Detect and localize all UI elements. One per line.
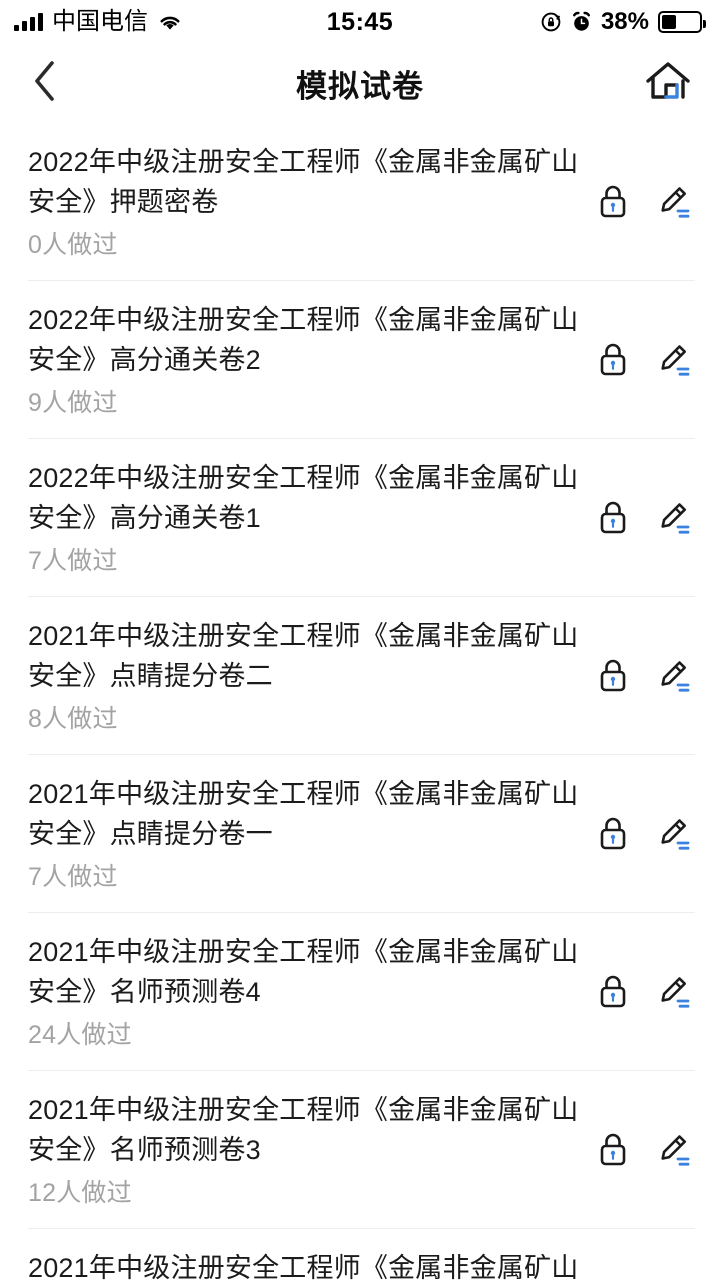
list-item-subtitle: 7人做过 bbox=[28, 547, 118, 575]
wifi-icon bbox=[157, 12, 183, 32]
list-item-texts: 2021年中级注册安全工程师《金属非金属矿山安全》点睛提分卷一 7人做过 bbox=[28, 774, 594, 894]
list-item-actions bbox=[594, 655, 698, 697]
pencil-edit-icon[interactable] bbox=[654, 1129, 692, 1171]
row-divider bbox=[28, 280, 695, 281]
battery-percent-label: 38% bbox=[600, 8, 649, 35]
list-item-texts: 2022年中级注册安全工程师《金属非金属矿山安全》高分通关卷2 9人做过 bbox=[28, 300, 594, 420]
alarm-clock-icon bbox=[571, 11, 592, 33]
page-title: 模拟试卷 bbox=[296, 68, 424, 104]
list-item-subtitle: 7人做过 bbox=[28, 863, 118, 891]
list-item-subtitle: 12人做过 bbox=[28, 1179, 132, 1207]
carrier-name: 中国电信 bbox=[52, 8, 148, 35]
home-icon bbox=[644, 59, 692, 108]
list-item-title: 2021年中级注册安全工程师《金属非金属矿山安全》名师预测卷2 bbox=[28, 1253, 579, 1280]
list-item-title: 2021年中级注册安全工程师《金属非金属矿山安全》点睛提分卷一 bbox=[28, 779, 579, 849]
pencil-edit-icon[interactable] bbox=[654, 813, 692, 855]
list-item-texts: 2021年中级注册安全工程师《金属非金属矿山安全》名师预测卷3 12人做过 bbox=[28, 1090, 594, 1210]
pencil-edit-icon[interactable] bbox=[654, 339, 692, 381]
home-button[interactable] bbox=[642, 59, 694, 107]
list-item-subtitle: 24人做过 bbox=[28, 1021, 132, 1049]
list-item-title: 2021年中级注册安全工程师《金属非金属矿山安全》名师预测卷4 bbox=[28, 937, 579, 1007]
row-divider bbox=[28, 596, 695, 597]
pencil-edit-icon[interactable] bbox=[654, 181, 692, 223]
list-item[interactable]: 2021年中级注册安全工程师《金属非金属矿山安全》点睛提分卷一 7人做过 bbox=[0, 754, 720, 912]
chevron-left-icon bbox=[30, 58, 60, 109]
list-item[interactable]: 2022年中级注册安全工程师《金属非金属矿山安全》押题密卷 0人做过 bbox=[0, 122, 720, 280]
list-item-subtitle: 8人做过 bbox=[28, 705, 118, 733]
rotation-lock-icon bbox=[540, 11, 562, 33]
lock-icon[interactable] bbox=[594, 497, 632, 539]
list-item-actions bbox=[594, 1129, 698, 1171]
back-button[interactable] bbox=[30, 58, 74, 108]
lock-icon[interactable] bbox=[594, 339, 632, 381]
row-divider bbox=[28, 1228, 695, 1229]
status-bar-left: 中国电信 bbox=[14, 10, 183, 34]
battery-icon bbox=[658, 11, 706, 33]
list-item-title: 2022年中级注册安全工程师《金属非金属矿山安全》高分通关卷2 bbox=[28, 305, 579, 375]
row-divider bbox=[28, 912, 695, 913]
status-bar: 中国电信 15:45 38% bbox=[0, 0, 720, 44]
list-item-actions bbox=[594, 339, 698, 381]
list-item-actions bbox=[594, 971, 698, 1013]
navigation-bar: 模拟试卷 bbox=[0, 44, 720, 122]
list-item[interactable]: 2021年中级注册安全工程师《金属非金属矿山安全》名师预测卷3 12人做过 bbox=[0, 1070, 720, 1228]
battery-fill bbox=[662, 15, 676, 29]
list-item[interactable]: 2022年中级注册安全工程师《金属非金属矿山安全》高分通关卷1 7人做过 bbox=[0, 438, 720, 596]
list-item[interactable]: 2021年中级注册安全工程师《金属非金属矿山安全》名师预测卷4 24人做过 bbox=[0, 912, 720, 1070]
list-item[interactable]: 2021年中级注册安全工程师《金属非金属矿山安全》点睛提分卷二 8人做过 bbox=[0, 596, 720, 754]
list-item-texts: 2021年中级注册安全工程师《金属非金属矿山安全》名师预测卷4 24人做过 bbox=[28, 932, 594, 1052]
pencil-edit-icon[interactable] bbox=[654, 971, 692, 1013]
list-item-texts: 2021年中级注册安全工程师《金属非金属矿山安全》点睛提分卷二 8人做过 bbox=[28, 616, 594, 736]
list-item-title: 2022年中级注册安全工程师《金属非金属矿山安全》高分通关卷1 bbox=[28, 463, 579, 533]
lock-icon[interactable] bbox=[594, 971, 632, 1013]
list-item-subtitle: 9人做过 bbox=[28, 389, 118, 417]
list-item-subtitle: 0人做过 bbox=[28, 231, 118, 259]
status-bar-right: 38% bbox=[540, 8, 706, 36]
exam-paper-list: 2022年中级注册安全工程师《金属非金属矿山安全》押题密卷 0人做过 2022年… bbox=[0, 122, 720, 1280]
lock-icon[interactable] bbox=[594, 181, 632, 223]
pencil-edit-icon[interactable] bbox=[654, 655, 692, 697]
list-item-title: 2021年中级注册安全工程师《金属非金属矿山安全》点睛提分卷二 bbox=[28, 621, 579, 691]
list-item[interactable]: 2021年中级注册安全工程师《金属非金属矿山安全》名师预测卷2 9人做过 bbox=[0, 1228, 720, 1280]
list-item-texts: 2022年中级注册安全工程师《金属非金属矿山安全》高分通关卷1 7人做过 bbox=[28, 458, 594, 578]
list-item-texts: 2021年中级注册安全工程师《金属非金属矿山安全》名师预测卷2 9人做过 bbox=[28, 1248, 594, 1280]
list-item-title: 2021年中级注册安全工程师《金属非金属矿山安全》名师预测卷3 bbox=[28, 1095, 579, 1165]
list-item-actions bbox=[594, 181, 698, 223]
lock-icon[interactable] bbox=[594, 1129, 632, 1171]
pencil-edit-icon[interactable] bbox=[654, 497, 692, 539]
list-item[interactable]: 2022年中级注册安全工程师《金属非金属矿山安全》高分通关卷2 9人做过 bbox=[0, 280, 720, 438]
list-item-title: 2022年中级注册安全工程师《金属非金属矿山安全》押题密卷 bbox=[28, 147, 579, 217]
list-item-actions bbox=[594, 497, 698, 539]
list-item-texts: 2022年中级注册安全工程师《金属非金属矿山安全》押题密卷 0人做过 bbox=[28, 142, 594, 262]
signal-bars-icon bbox=[14, 13, 43, 31]
lock-icon[interactable] bbox=[594, 655, 632, 697]
list-item-actions bbox=[594, 813, 698, 855]
row-divider bbox=[28, 438, 695, 439]
row-divider bbox=[28, 754, 695, 755]
lock-icon[interactable] bbox=[594, 813, 632, 855]
row-divider bbox=[28, 1070, 695, 1071]
